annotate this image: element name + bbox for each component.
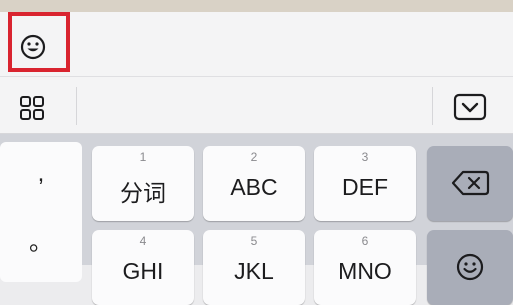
emoji-toolbar <box>0 12 513 76</box>
key-label: MNO <box>338 258 392 284</box>
emoji-key[interactable] <box>427 230 513 305</box>
key-number: 1 <box>139 150 147 164</box>
key-label: 分词 <box>120 180 166 206</box>
key-1[interactable]: 1 分词 <box>92 146 194 221</box>
grid-four-squares-icon <box>20 96 44 120</box>
key-number: 4 <box>139 234 147 248</box>
key-4[interactable]: 4 GHI <box>92 230 194 305</box>
key-label: JKL <box>234 258 274 284</box>
key-3[interactable]: 3 DEF <box>314 146 416 221</box>
grid-menu-button[interactable] <box>18 94 46 122</box>
toolbar-divider <box>76 87 77 125</box>
emoji-button[interactable] <box>8 12 70 72</box>
key-6[interactable]: 6 MNO <box>314 230 416 305</box>
key-5[interactable]: 5 JKL <box>203 230 305 305</box>
punctuation-period-key[interactable]: 。 <box>0 222 82 257</box>
key-number: 2 <box>250 150 258 164</box>
keyboard-collapse-chevron-icon <box>453 93 487 121</box>
key-number: 3 <box>361 150 369 164</box>
key-label: GHI <box>122 258 164 284</box>
toolbar-divider <box>432 87 433 125</box>
key-label: ABC <box>230 174 278 200</box>
keyboard: , 。 1 分词 2 ABC 3 DEF 4 GHI 5 JKL 6 MNO <box>0 134 513 305</box>
backspace-key[interactable] <box>427 146 513 221</box>
punctuation-comma-key[interactable]: , <box>0 160 82 188</box>
key-number: 6 <box>361 234 369 248</box>
key-number: 5 <box>250 234 258 248</box>
backspace-x-icon <box>451 170 490 196</box>
key-label: DEF <box>342 174 388 200</box>
collapse-keyboard-button[interactable] <box>452 92 488 122</box>
keyboard-toolbar <box>0 76 513 134</box>
key-2[interactable]: 2 ABC <box>203 146 305 221</box>
smiley-face-icon <box>456 253 484 281</box>
status-strip <box>0 0 513 12</box>
punctuation-column[interactable]: , 。 <box>0 142 82 282</box>
smiley-face-icon <box>20 34 46 60</box>
